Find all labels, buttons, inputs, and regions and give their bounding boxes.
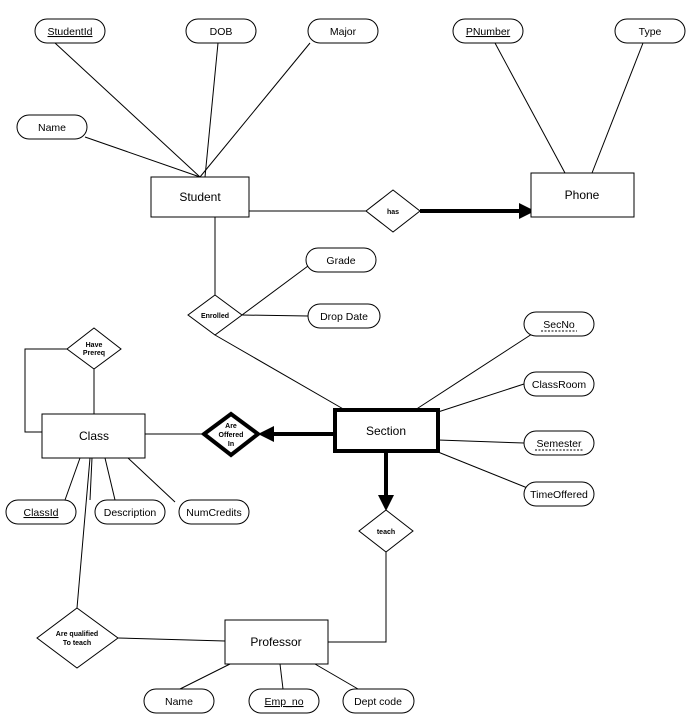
attribute-label: Grade [326,255,355,267]
attribute-description[interactable]: Description [94,499,166,525]
attribute-professor-name[interactable]: Name [143,688,215,714]
relationship-enrolled[interactable]: Enrolled [187,294,243,336]
relationship-label: teach [377,529,395,536]
attribute-label: StudentId [48,26,93,38]
attribute-student-name[interactable]: Name [16,114,88,140]
attribute-dept-code[interactable]: Dept code [342,688,415,714]
relationship-label: In [228,441,234,448]
relationship-label: has [387,209,399,216]
attribute-pnumber[interactable]: PNumber [452,18,524,44]
attribute-label: Emp_no [264,696,303,708]
attribute-student-id[interactable]: StudentId [34,18,106,44]
attribute-drop-date[interactable]: Drop Date [307,303,381,329]
relationship-teach[interactable]: teach [358,509,414,553]
entity-professor[interactable]: Professor [224,619,329,665]
entity-label: Professor [250,635,301,649]
attribute-label: TimeOffered [530,489,588,501]
relationship-have-prereq[interactable]: HavePrereq [66,327,122,370]
relationship-label: Prereq [83,350,105,357]
attribute-emp-no[interactable]: Emp_no [248,688,320,714]
attribute-label: Type [639,26,662,38]
attribute-label: Drop Date [320,311,368,323]
relationship-label: Have [86,342,103,349]
attribute-label: SecNo [543,319,575,331]
entity-label: Phone [565,188,600,202]
relationship-label: Are qualified [56,631,98,638]
attribute-label: Description [104,507,157,519]
relationship-label: Are [225,423,237,430]
entity-class[interactable]: Class [41,413,146,459]
entity-label: Class [79,429,109,443]
attribute-time-offered[interactable]: TimeOffered [523,481,595,507]
entity-phone[interactable]: Phone [530,172,635,218]
attribute-label: NumCredits [186,507,241,519]
er-diagram: Student Phone Class Section Professor ha… [5,18,686,714]
attribute-label: Semester [537,438,582,450]
attribute-class-room[interactable]: ClassRoom [523,371,595,397]
attribute-major[interactable]: Major [307,18,379,44]
entity-student[interactable]: Student [150,176,250,218]
attribute-label: Major [330,26,357,38]
attribute-sec-no[interactable]: SecNo [523,311,595,337]
relationship-are-qualified-to-teach[interactable]: Are qualified To teach [36,607,119,669]
attribute-semester[interactable]: Semester [523,430,595,456]
relationship-label: Enrolled [201,313,229,320]
entity-label: Student [179,190,221,204]
entity-label: Section [366,424,406,438]
attribute-dob[interactable]: DOB [185,18,257,44]
attribute-label: ClassRoom [532,379,587,391]
relationship-label: To teach [63,640,91,647]
attribute-label: PNumber [466,26,511,38]
attribute-label: DOB [210,26,233,38]
relationship-are-offered-in[interactable]: Are Offered In [200,411,262,458]
attribute-type[interactable]: Type [614,18,686,44]
attribute-class-id[interactable]: ClassId [5,499,77,525]
relationship-label: Offered [219,432,244,439]
entity-section[interactable]: Section [333,408,440,453]
attribute-num-credits[interactable]: NumCredits [178,499,250,525]
attribute-label: Name [165,696,193,708]
attribute-grade[interactable]: Grade [305,247,377,273]
relationship-has[interactable]: has [365,189,421,233]
attribute-label: ClassId [23,507,58,519]
attribute-label: Name [38,122,66,134]
connectors [24,42,644,690]
attribute-label: Dept code [354,696,402,708]
